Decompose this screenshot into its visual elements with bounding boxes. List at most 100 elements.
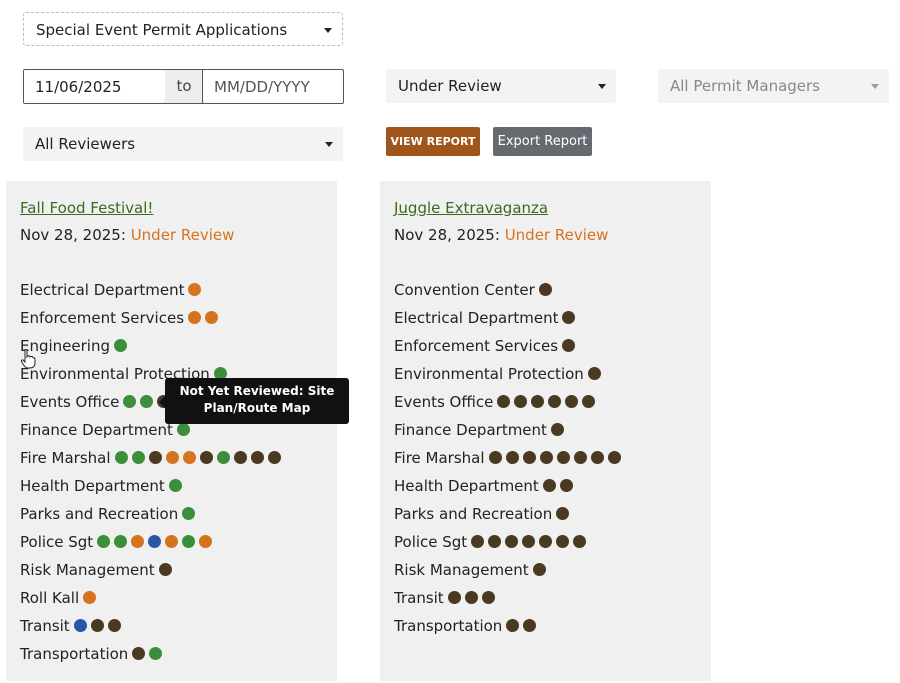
review-status-dot[interactable] — [471, 535, 485, 548]
review-status-dots — [114, 339, 131, 352]
review-status-dot[interactable] — [149, 647, 163, 660]
review-status-dot[interactable] — [97, 535, 111, 548]
review-status-dot[interactable] — [562, 339, 576, 352]
review-status-dot[interactable] — [550, 423, 564, 436]
review-status-dot[interactable] — [158, 563, 172, 576]
review-status-dot[interactable] — [488, 535, 502, 548]
review-status-dot[interactable] — [532, 563, 546, 576]
review-status-dot[interactable] — [176, 423, 190, 436]
review-status-dot[interactable] — [531, 395, 545, 408]
date-to-input[interactable] — [202, 69, 344, 104]
review-status-dot[interactable] — [590, 451, 604, 464]
review-status-dot[interactable] — [73, 619, 87, 632]
event-title-link[interactable]: Juggle Extravaganza — [394, 199, 548, 217]
review-status-dot[interactable] — [182, 535, 196, 548]
review-status-dot[interactable] — [607, 451, 621, 464]
review-status-dot[interactable] — [114, 535, 128, 548]
review-status-dot[interactable] — [182, 507, 196, 520]
review-status-dot[interactable] — [107, 619, 121, 632]
review-status-dot[interactable] — [447, 591, 461, 604]
review-status-dot[interactable] — [216, 451, 230, 464]
review-status-dot[interactable] — [165, 451, 179, 464]
review-status-dot[interactable] — [497, 395, 511, 408]
review-status-dot[interactable] — [131, 451, 145, 464]
application-type-select[interactable]: Special Event Permit Applications — [23, 12, 343, 46]
review-status-dot[interactable] — [565, 395, 579, 408]
review-status-dots — [83, 591, 100, 604]
reviewers-select[interactable]: All Reviewers — [23, 127, 343, 161]
review-status-dots — [497, 395, 599, 408]
review-status-dot[interactable] — [505, 535, 519, 548]
review-status-dot[interactable] — [123, 395, 137, 408]
review-status-dot[interactable] — [556, 535, 570, 548]
review-status-dot[interactable] — [148, 535, 162, 548]
review-status-dot[interactable] — [514, 395, 528, 408]
review-status-dot[interactable] — [267, 451, 281, 464]
review-status-dot[interactable] — [556, 451, 570, 464]
review-status-dot[interactable] — [548, 395, 562, 408]
review-status-dot[interactable] — [250, 451, 264, 464]
review-status-dot[interactable] — [506, 619, 520, 632]
tooltip-arrow — [159, 396, 165, 408]
review-status-dot[interactable] — [188, 283, 202, 296]
review-status-dot[interactable] — [522, 535, 536, 548]
export-report-button[interactable]: Export Report — [493, 127, 592, 156]
review-status-dot[interactable] — [464, 591, 478, 604]
department-row: Events Office — [394, 392, 625, 420]
department-name: Health Department — [394, 477, 539, 495]
review-status-dot[interactable] — [90, 619, 104, 632]
review-status-dot[interactable] — [505, 451, 519, 464]
chevron-down-icon — [871, 84, 879, 89]
review-status-dots — [542, 479, 577, 492]
review-status-dot[interactable] — [199, 451, 213, 464]
department-row: Fire Marshal — [20, 448, 285, 476]
review-status-dot[interactable] — [587, 367, 601, 380]
status-select[interactable]: Under Review — [386, 69, 616, 103]
event-date: Nov 28, 2025: — [20, 226, 126, 244]
review-status-dot[interactable] — [539, 451, 553, 464]
tooltip-line-1: Not Yet Reviewed: Site — [179, 384, 335, 398]
department-row: Engineering — [20, 336, 285, 364]
review-status-dot[interactable] — [556, 507, 570, 520]
event-card: Fall Food Festival! Nov 28, 2025: Under … — [6, 181, 337, 681]
review-status-dot[interactable] — [481, 591, 495, 604]
review-status-dot[interactable] — [132, 647, 146, 660]
permit-managers-select[interactable]: All Permit Managers — [658, 69, 889, 103]
department-name: Transit — [20, 617, 70, 635]
department-list: Convention Center Electrical Department En… — [394, 280, 625, 644]
event-title-link[interactable]: Fall Food Festival! — [20, 199, 153, 217]
review-status-dot[interactable] — [182, 451, 196, 464]
hand-cursor-icon — [20, 349, 36, 369]
review-status-dot[interactable] — [523, 619, 537, 632]
review-status-dot[interactable] — [488, 451, 502, 464]
review-status-dot[interactable] — [562, 311, 576, 324]
review-status-dot[interactable] — [165, 535, 179, 548]
review-status-dot[interactable] — [538, 283, 552, 296]
review-status-dot[interactable] — [114, 339, 127, 352]
review-status-dot[interactable] — [233, 451, 247, 464]
review-status-dot[interactable] — [582, 395, 596, 408]
review-status-dot[interactable] — [83, 591, 97, 604]
review-status-dot[interactable] — [522, 451, 536, 464]
review-status-dot[interactable] — [559, 479, 573, 492]
review-status-dot[interactable] — [188, 311, 202, 324]
department-row: Finance Department — [394, 420, 625, 448]
review-status-dot[interactable] — [573, 535, 587, 548]
review-status-dot[interactable] — [140, 395, 154, 408]
review-status-dot[interactable] — [199, 535, 213, 548]
date-from-input[interactable] — [23, 69, 166, 104]
review-status-dot[interactable] — [168, 479, 182, 492]
department-name: Environmental Protection — [394, 365, 584, 383]
review-status-dot[interactable] — [148, 451, 162, 464]
event-date: Nov 28, 2025: — [394, 226, 500, 244]
review-status-dot[interactable] — [205, 311, 219, 324]
department-name: Convention Center — [394, 281, 535, 299]
review-status-dot[interactable] — [114, 451, 128, 464]
review-status-dot[interactable] — [131, 535, 145, 548]
view-report-button[interactable]: VIEW REPORT — [386, 127, 480, 156]
review-status-dot[interactable] — [542, 479, 556, 492]
review-status-dot[interactable] — [573, 451, 587, 464]
review-status-dot[interactable] — [539, 535, 553, 548]
department-name: Finance Department — [20, 421, 173, 439]
event-card: Juggle Extravaganza Nov 28, 2025: Under … — [380, 181, 711, 681]
